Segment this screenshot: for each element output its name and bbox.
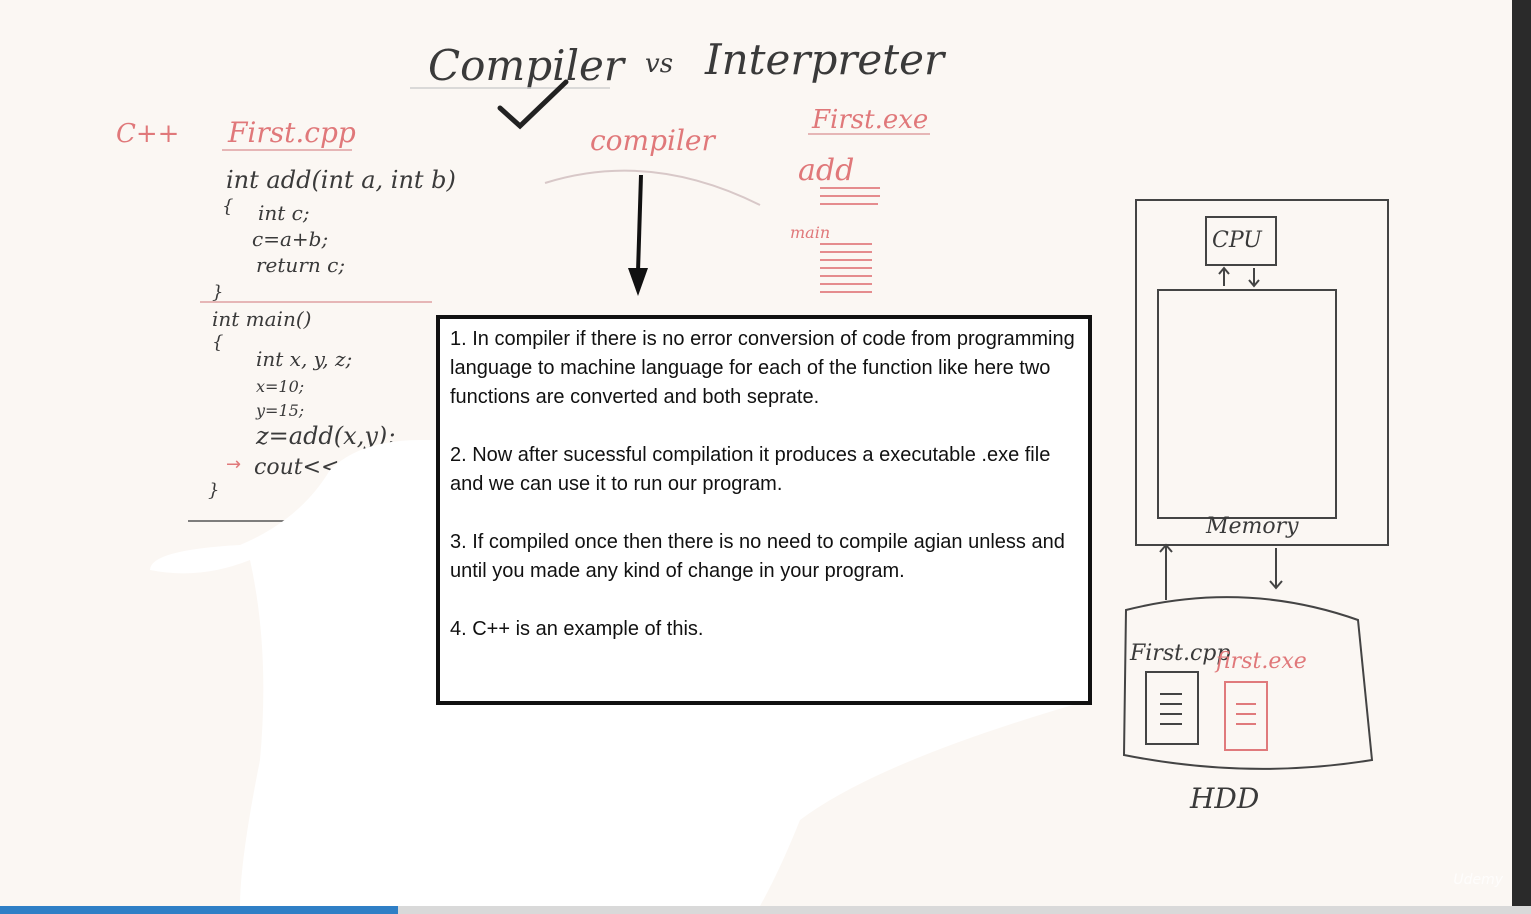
code-line: c=a+b; <box>252 227 328 251</box>
compiler-label: compiler <box>590 124 716 157</box>
memory-box <box>1157 289 1337 519</box>
computer-box <box>1135 199 1389 546</box>
exe-file-lines <box>1236 703 1256 725</box>
video-progress-bar[interactable] <box>0 906 1531 914</box>
title-vs: vs <box>645 49 673 79</box>
notes-box: 1. In compiler if there is no error conv… <box>436 315 1092 705</box>
title-compiler: Compiler <box>428 41 627 90</box>
udemy-watermark: Udemy <box>1453 872 1503 888</box>
code-line: return c; <box>256 253 345 277</box>
hdd-down-arrow-icon <box>1269 548 1283 590</box>
code-line: int x, y, z; <box>256 347 352 371</box>
code-line: int add(int a, int b) <box>226 166 456 194</box>
cpu-up-arrow-icon <box>1218 266 1230 286</box>
hdd-up-arrow-icon <box>1159 543 1173 600</box>
note-1: 1. In compiler if there is no error conv… <box>450 328 1075 408</box>
code-line: x=10; <box>256 377 304 396</box>
note-3: 3. If compiled once then there is no nee… <box>450 531 1065 582</box>
output-main-lines <box>820 243 872 293</box>
video-progress-fill <box>0 906 399 914</box>
exe-file-icon <box>1224 681 1268 751</box>
code-line: int c; <box>258 201 310 225</box>
memory-label: Memory <box>1205 514 1299 539</box>
current-line-arrow-icon: → <box>226 454 241 475</box>
title-interpreter: Interpreter <box>704 35 947 84</box>
output-add: add <box>798 153 854 188</box>
cpu-label: CPU <box>1212 228 1263 253</box>
code-line: y=15; <box>255 401 304 420</box>
code-line: { <box>222 196 233 217</box>
source-file-name: First.cpp <box>227 116 356 149</box>
code-line: } <box>212 282 223 303</box>
hdd-label: HDD <box>1189 782 1259 815</box>
output-add-lines <box>820 187 880 205</box>
board-edge <box>1512 0 1531 906</box>
down-arrow-shaft <box>636 174 643 273</box>
note-2: 2. Now after sucessful compilation it pr… <box>450 444 1051 495</box>
hdd-file-exe: first.exe <box>1214 649 1307 674</box>
code-line: { <box>212 332 223 353</box>
cpp-file-lines <box>1160 693 1182 725</box>
lang-label: C++ <box>116 119 179 149</box>
cpp-file-icon <box>1145 671 1199 745</box>
note-4: 4. C++ is an example of this. <box>450 618 704 640</box>
down-arrow-icon <box>628 268 648 296</box>
output-main: main <box>790 223 830 242</box>
cpu-down-arrow-icon <box>1248 268 1260 288</box>
output-file-name: First.exe <box>811 105 928 135</box>
compiler-arc <box>544 169 761 206</box>
code-line: } <box>208 480 219 501</box>
code-line: int main() <box>212 307 311 331</box>
